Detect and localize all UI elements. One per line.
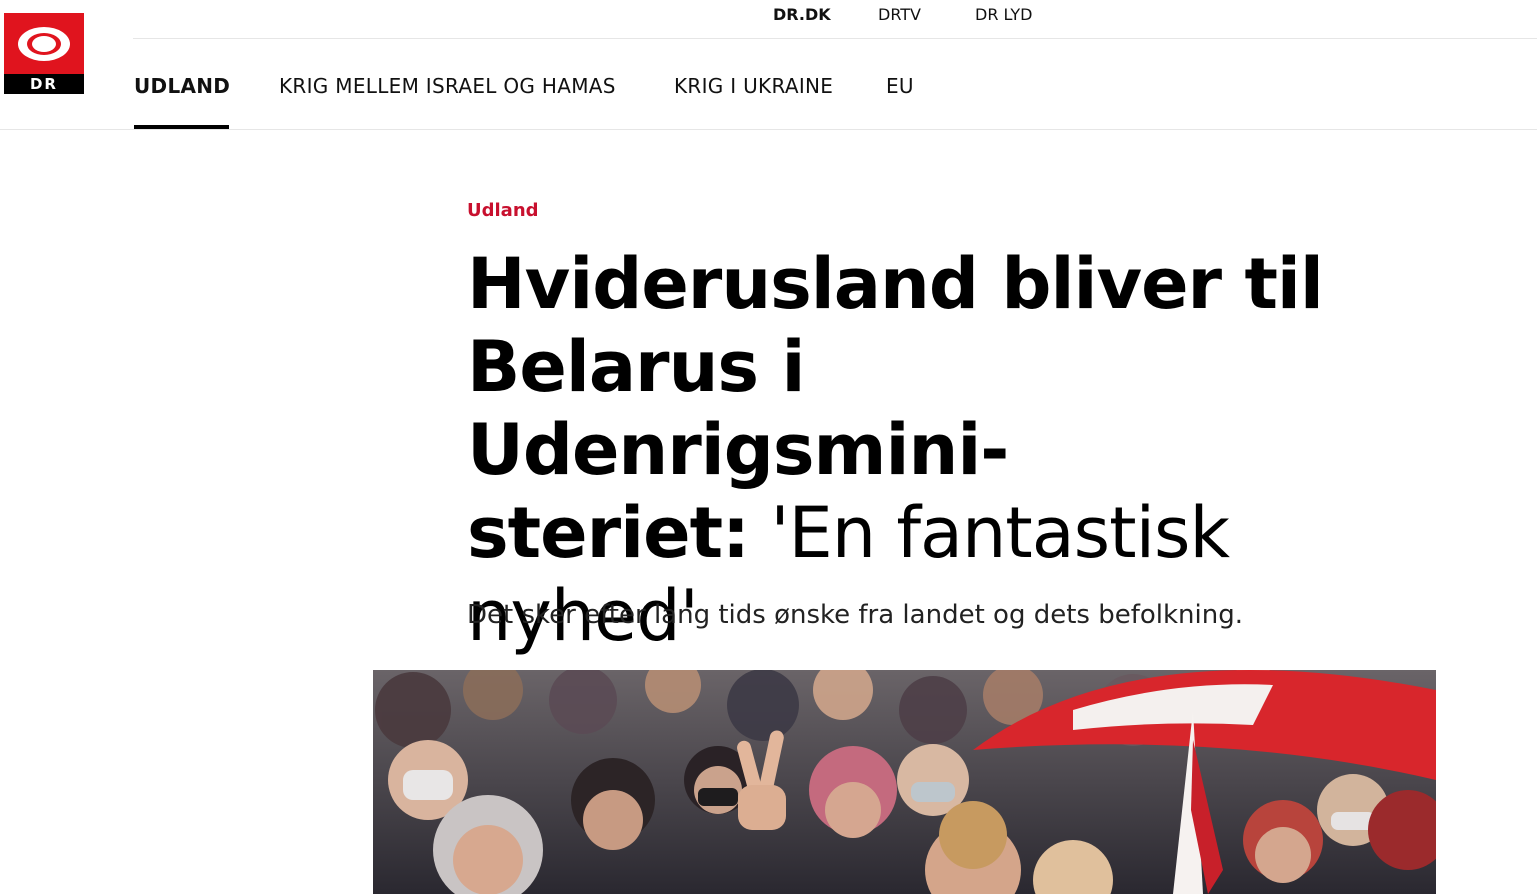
article-summary: Det sker efter lang tids ønske fra lande…: [467, 600, 1244, 630]
service-links: DR.DK DRTV DR LYD: [0, 0, 1537, 28]
article-headline: Hviderusland bliver til Belarus i Udenri…: [467, 243, 1367, 658]
headline-bold-line2: Belarus i Udenrigsmini-: [467, 326, 1009, 491]
article-kicker[interactable]: Udland: [467, 200, 539, 221]
section-nav: UDLAND KRIG MELLEM ISRAEL OG HAMAS KRIG …: [0, 39, 1537, 129]
nav-divider: [0, 129, 1537, 130]
headline-quote-part1: 'En fantastisk: [749, 492, 1230, 574]
service-link-drlyd[interactable]: DR LYD: [975, 5, 1032, 24]
section-tab-ukraine[interactable]: KRIG I UKRAINE: [674, 74, 833, 98]
article-hero-photo[interactable]: [373, 670, 1436, 894]
crowd-photo-illustration: [373, 670, 1436, 894]
section-tab-eu[interactable]: EU: [886, 74, 914, 98]
headline-bold-line1: Hviderusland bliver til: [467, 243, 1324, 325]
section-tab-israel-hamas[interactable]: KRIG MELLEM ISRAEL OG HAMAS: [279, 74, 616, 98]
headline-bold-line3: steriet:: [467, 492, 750, 574]
section-tab-udland[interactable]: UDLAND: [134, 74, 230, 98]
service-link-drdk[interactable]: DR.DK: [773, 5, 831, 24]
service-link-drtv[interactable]: DRTV: [878, 5, 921, 24]
